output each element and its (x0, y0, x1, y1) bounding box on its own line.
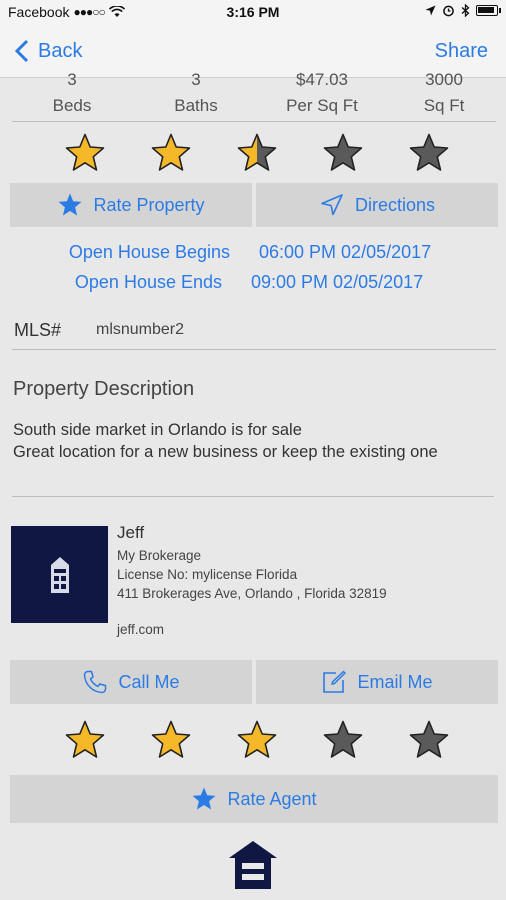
location-arrow-icon (425, 5, 436, 16)
back-button[interactable]: Back (14, 39, 82, 63)
stat-sqft: 3000 Sq Ft (394, 68, 494, 116)
open-house-begins-value: 06:00 PM 02/05/2017 (259, 242, 432, 262)
agent-license: License No: mylicense Florida (117, 567, 298, 582)
stat-baths: 3 Baths (146, 68, 246, 116)
stat-value: 3000 (425, 70, 463, 89)
rate-agent-button[interactable]: Rate Agent (10, 775, 498, 823)
stat-value: $47.03 (296, 70, 348, 89)
brokerage-logo-icon (50, 556, 69, 593)
stat-label: Beds (52, 96, 92, 115)
star-icon (58, 193, 82, 216)
alarm-icon (443, 5, 454, 17)
battery-fill (478, 7, 495, 13)
battery-icon (476, 5, 501, 16)
rate-agent-label: Rate Agent (227, 788, 317, 809)
property-star-empty-icon[interactable] (322, 132, 364, 174)
agent-star-empty-icon[interactable] (408, 719, 450, 761)
call-me-button[interactable]: Call Me (10, 660, 252, 704)
agent-brokerage: My Brokerage (117, 548, 202, 563)
share-button[interactable]: Share (435, 40, 488, 63)
compose-icon (323, 670, 347, 693)
email-me-button[interactable]: Email Me (256, 660, 498, 704)
property-star-filled-icon[interactable] (64, 132, 106, 174)
agent-star-empty-icon[interactable] (322, 719, 364, 761)
agent-star-filled-icon[interactable] (64, 719, 106, 761)
agent-star-filled-icon[interactable] (236, 719, 278, 761)
property-stats: 3 Beds 3 Baths $47.03 Per Sq Ft 3000 Sq … (12, 68, 496, 122)
property-description-title: Property Description (13, 378, 195, 400)
section-divider (12, 496, 494, 497)
back-label: Back (38, 39, 83, 62)
status-right (425, 4, 501, 17)
open-house-begins-label: Open House Begins (68, 242, 230, 262)
stat-label: Per Sq Ft (286, 96, 358, 115)
stat-price-per-sqft: $47.03 Per Sq Ft (272, 68, 372, 116)
mls-row: MLS# mlsnumber2 (12, 316, 496, 350)
mls-value: mlsnumber2 (96, 321, 185, 338)
status-bar: Facebook ●●●○○ 3:16 PM (0, 0, 506, 26)
agent-photo[interactable] (11, 526, 108, 623)
stat-value: 3 (67, 70, 77, 89)
stat-label: Sq Ft (423, 96, 465, 115)
rate-agent-row: Rate Agent (10, 775, 498, 823)
rate-property-button[interactable]: Rate Property (10, 183, 252, 227)
email-me-label: Email Me (357, 671, 433, 692)
agent-address: 411 Brokerages Ave, Orlando , Florida 32… (117, 586, 387, 601)
property-action-buttons: Rate Property Directions (10, 183, 498, 227)
property-rating-stars (12, 132, 496, 178)
property-star-half-icon[interactable] (236, 132, 278, 174)
open-house-ends-label: Open House Ends (74, 272, 222, 292)
stat-label: Baths (174, 96, 218, 115)
phone-icon (84, 670, 107, 694)
stat-beds: 3 Beds (22, 68, 122, 116)
agent-contact-buttons: Call Me Email Me (10, 660, 498, 704)
navigation-arrow-icon (321, 194, 343, 216)
description-line: Great location for a new business or kee… (13, 443, 438, 461)
equal-housing-icon (229, 841, 277, 889)
agent-rating-stars (12, 719, 496, 765)
stat-value: 3 (191, 70, 201, 89)
agent-website-link[interactable]: jeff.com (117, 622, 164, 637)
open-house-ends-value: 09:00 PM 02/05/2017 (251, 272, 424, 292)
description-line: South side market in Orlando is for sale (13, 421, 302, 439)
bluetooth-icon (461, 4, 470, 17)
property-star-filled-icon[interactable] (150, 132, 192, 174)
property-star-empty-icon[interactable] (408, 132, 450, 174)
agent-star-filled-icon[interactable] (150, 719, 192, 761)
directions-button[interactable]: Directions (256, 183, 498, 227)
mls-label: MLS# (14, 320, 62, 340)
directions-label: Directions (354, 194, 436, 215)
agent-name: Jeff (117, 523, 145, 542)
chevron-left-icon (14, 39, 29, 63)
call-me-label: Call Me (118, 671, 180, 692)
property-description-body: South side market in Orlando is for sale… (13, 419, 501, 463)
rate-property-label: Rate Property (93, 194, 205, 215)
star-icon (192, 787, 216, 810)
